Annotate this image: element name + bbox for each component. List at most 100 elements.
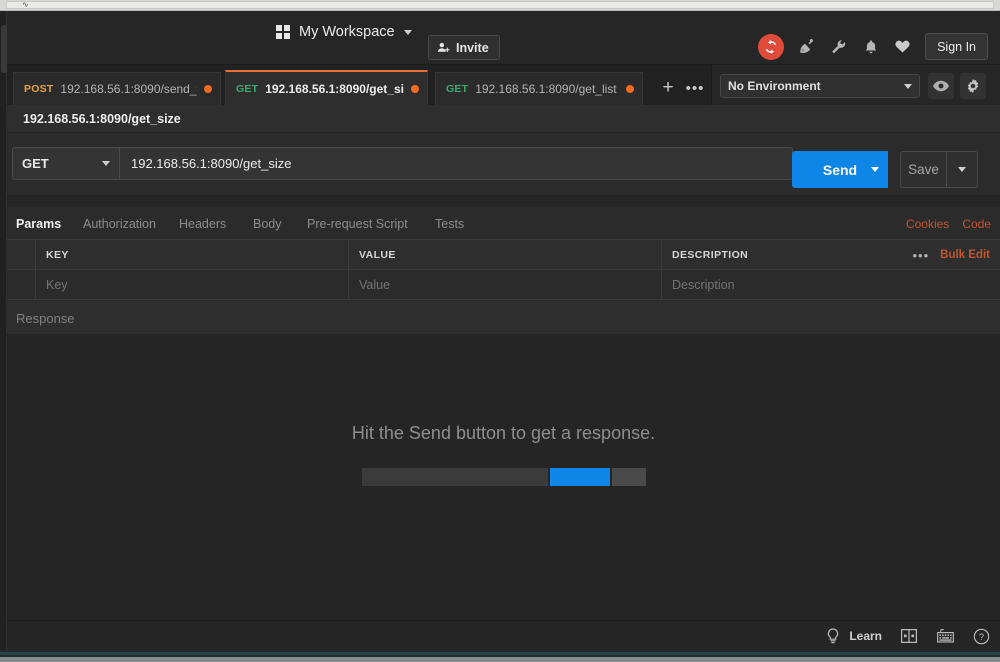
params-header-actions: ••• Bulk Edit [913, 240, 991, 270]
tab-body[interactable]: Body [253, 207, 282, 240]
chevron-down-icon [958, 167, 966, 172]
os-bottom-line-2 [0, 657, 1000, 662]
url-input[interactable]: 192.168.56.1:8090/get_size [120, 147, 793, 180]
chevron-down-icon [404, 30, 412, 35]
response-label: Response [16, 311, 75, 326]
unsaved-indicator-dot [204, 85, 212, 93]
save-button-label: Save [908, 162, 939, 177]
eye-icon [933, 80, 949, 92]
keyboard-shortcuts-icon[interactable] [936, 627, 954, 645]
person-add-icon [437, 41, 450, 54]
chevron-down-icon [102, 161, 110, 166]
os-titlebar-inner [6, 1, 994, 9]
response-empty-message: Hit the Send button to get a response. [7, 423, 1000, 444]
tab-tests[interactable]: Tests [435, 207, 464, 240]
params-table-row: Key Value Description [7, 270, 1000, 300]
chevron-down-icon [871, 167, 879, 172]
grid-icon [276, 25, 290, 39]
request-tab-strip: POST 192.168.56.1:8090/send_from_: GET 1… [7, 65, 1000, 105]
param-key-input[interactable]: Key [36, 270, 349, 300]
illustration-send-bar [550, 468, 610, 486]
illustration-save-bar [612, 468, 646, 486]
request-detail-tabs: Params Authorization Headers Body Pre-re… [7, 207, 1000, 240]
two-pane-layout-icon[interactable] [900, 627, 918, 645]
request-tab-0[interactable]: POST 192.168.56.1:8090/send_from_: [13, 72, 221, 105]
code-link[interactable]: Code [962, 217, 991, 231]
column-header-value: VALUE [349, 240, 662, 270]
request-title-bar: 192.168.56.1:8090/get_size [7, 105, 1000, 133]
tab-name: 192.168.56.1:8090/get_list [475, 82, 616, 96]
sync-icon[interactable] [758, 34, 784, 60]
heart-icon[interactable] [893, 37, 912, 56]
help-circle-icon[interactable]: ? [972, 627, 990, 645]
send-options-button[interactable] [862, 151, 888, 188]
sidebar-collapsed-strip[interactable] [0, 11, 7, 662]
save-options-button[interactable] [947, 151, 978, 188]
tab-method-badge: GET [446, 83, 468, 95]
os-titlebar-glyph: ∿ [22, 0, 29, 9]
invite-button[interactable]: Invite [428, 35, 500, 60]
tab-pre-request-script[interactable]: Pre-request Script [307, 207, 408, 240]
tab-method-badge: POST [24, 83, 53, 95]
column-header-key: KEY [36, 240, 349, 270]
app-footer: Learn [7, 620, 1000, 650]
save-button[interactable]: Save [900, 151, 947, 188]
cookies-link[interactable]: Cookies [906, 217, 949, 231]
gear-icon [965, 78, 981, 94]
sign-in-button[interactable]: Sign In [925, 33, 988, 60]
chevron-down-icon [904, 84, 912, 89]
environment-settings-button[interactable] [960, 73, 986, 99]
tab-params[interactable]: Params [16, 207, 61, 242]
url-input-value: 192.168.56.1:8090/get_size [131, 156, 291, 171]
bulk-edit-link[interactable]: Bulk Edit [940, 249, 990, 261]
os-bottom-line-1 [0, 652, 1000, 655]
row-checkbox-cell[interactable] [7, 270, 36, 300]
workspace-label: My Workspace [299, 24, 395, 40]
invite-label: Invite [456, 41, 489, 55]
environment-area: No Environment [711, 65, 1000, 105]
environment-select[interactable]: No Environment [720, 74, 920, 98]
wrench-icon[interactable] [829, 37, 848, 56]
response-empty-illustration [362, 468, 646, 486]
workspace-selector[interactable]: My Workspace [276, 24, 412, 40]
select-all-checkbox-cell[interactable] [7, 240, 36, 270]
new-tab-button[interactable]: + [657, 77, 679, 99]
request-tabs-container: POST 192.168.56.1:8090/send_from_: GET 1… [7, 65, 711, 105]
http-method-select[interactable]: GET [12, 147, 120, 180]
unsaved-indicator-dot [626, 85, 634, 93]
param-value-input[interactable]: Value [349, 270, 662, 300]
request-tab-1[interactable]: GET 192.168.56.1:8090/get_size [225, 70, 428, 105]
param-description-input[interactable]: Description [662, 270, 1000, 300]
bell-icon[interactable] [861, 37, 880, 56]
tab-more-options-icon[interactable]: ••• [684, 77, 706, 99]
request-tabs-links: Cookies Code [906, 207, 991, 240]
tab-authorization[interactable]: Authorization [83, 207, 156, 240]
header-icon-group: Sign In [758, 33, 988, 60]
app-header: My Workspace Invite [7, 11, 1000, 65]
tab-name: 192.168.56.1:8090/get_size [265, 82, 404, 96]
http-method-value: GET [22, 156, 49, 171]
os-bottom-cutoff-strip [0, 650, 1000, 662]
postman-app-window: ∿ My Workspace Invite [0, 0, 1000, 662]
send-button-label: Send [823, 162, 857, 178]
learn-label: Learn [849, 629, 882, 643]
learn-button[interactable]: Learn [824, 627, 882, 645]
response-empty-state: Hit the Send button to get a response. [7, 423, 1000, 486]
footer-actions: Learn [824, 621, 990, 651]
lightbulb-icon [824, 627, 842, 645]
tab-name: 192.168.56.1:8090/send_from_: [60, 82, 197, 96]
params-more-options-icon[interactable]: ••• [913, 248, 930, 263]
satellite-dish-icon[interactable] [797, 37, 816, 56]
response-section-header: Response [7, 302, 1000, 335]
svg-text:?: ? [979, 631, 984, 641]
os-window-titlebar: ∿ [0, 0, 1000, 11]
request-tab-2[interactable]: GET 192.168.56.1:8090/get_list [435, 72, 643, 105]
response-body-panel: Hit the Send button to get a response. [7, 335, 1000, 620]
tab-method-badge: GET [236, 83, 258, 95]
illustration-url-bar [362, 468, 548, 486]
environment-selected-label: No Environment [728, 79, 821, 93]
tab-headers[interactable]: Headers [179, 207, 226, 240]
params-table-header-row: KEY VALUE DESCRIPTION ••• Bulk Edit [7, 240, 1000, 270]
environment-quick-look-button[interactable] [928, 73, 954, 99]
page-title: 192.168.56.1:8090/get_size [23, 112, 181, 126]
